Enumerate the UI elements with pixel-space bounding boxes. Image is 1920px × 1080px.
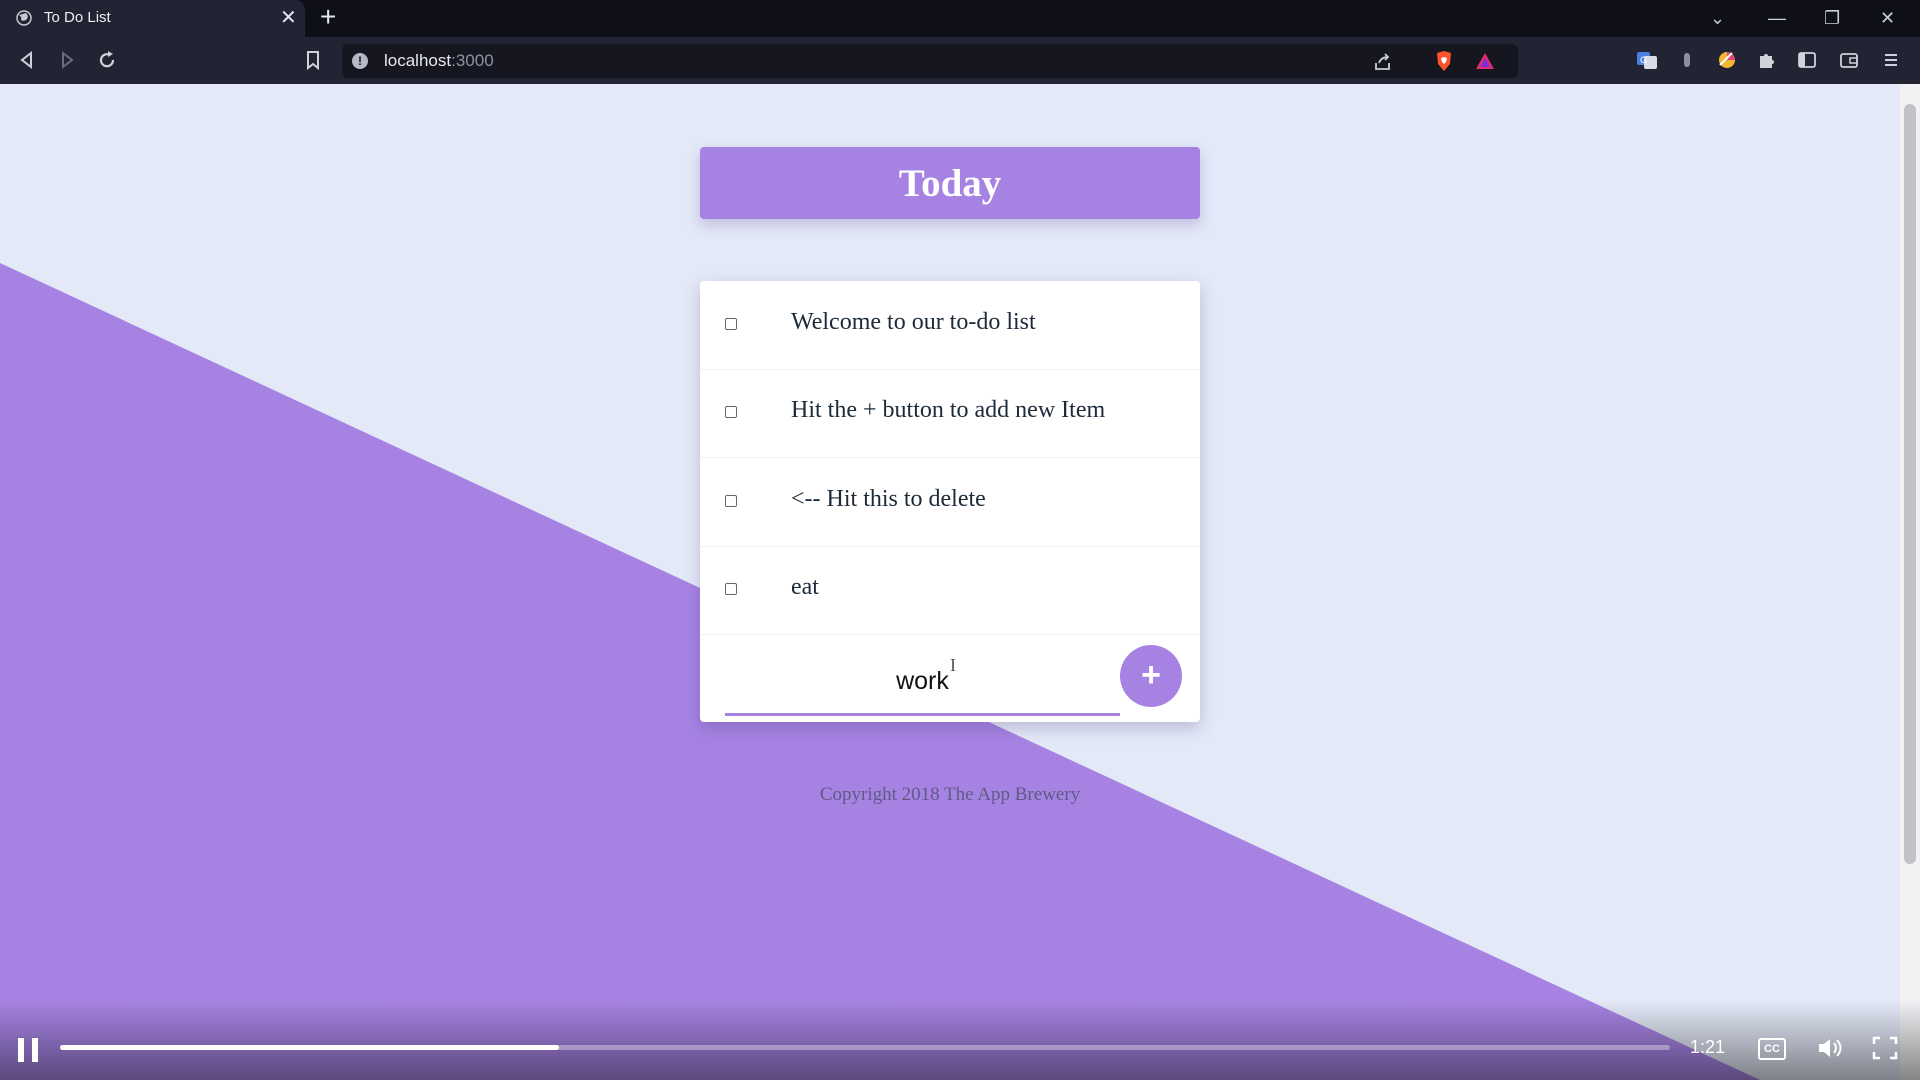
back-icon[interactable] <box>14 47 40 73</box>
video-progress-fill <box>60 1045 560 1050</box>
close-tab-icon[interactable]: ✕ <box>280 6 297 30</box>
volume-icon[interactable] <box>1816 1036 1846 1060</box>
page-scrollbar[interactable] <box>1900 84 1920 1080</box>
tab-list-chevron-icon[interactable]: ⌄ <box>1710 6 1725 30</box>
video-time: 1:21 <box>1690 1037 1726 1057</box>
todo-checkbox[interactable] <box>725 318 737 330</box>
todo-item: eat <box>700 546 1200 635</box>
brave-rewards-icon[interactable] <box>1474 50 1496 72</box>
sidebar-icon[interactable] <box>1796 49 1818 71</box>
footer-copyright: Copyright 2018 The App Brewery <box>819 784 1081 805</box>
closed-captions-icon[interactable]: CC <box>1758 1038 1786 1060</box>
forward-icon[interactable] <box>54 47 80 73</box>
list-header: Today <box>700 147 1200 219</box>
puzzle-icon[interactable] <box>1756 49 1778 71</box>
new-tab-button[interactable]: + <box>320 2 336 32</box>
close-window-icon[interactable]: ✕ <box>1880 6 1895 30</box>
wallet-icon[interactable] <box>1838 49 1860 71</box>
todo-item-text: <-- Hit this to delete <box>791 486 986 512</box>
minimize-icon[interactable]: — <box>1768 6 1786 30</box>
globe-icon <box>16 10 32 26</box>
todo-item-text: Welcome to our to-do list <box>791 309 1036 335</box>
pause-icon[interactable] <box>18 1038 40 1062</box>
colorpick-icon[interactable] <box>1716 49 1738 71</box>
url-text: localhost:3000 <box>384 51 494 71</box>
todo-item-text: eat <box>791 574 819 600</box>
tab-bar: To Do List ✕ + ⌄ — ❐ ✕ <box>0 0 1920 37</box>
input-underline <box>725 713 1120 716</box>
todo-item: Hit the + button to add new Item <box>700 369 1200 458</box>
site-info-icon[interactable]: ! <box>352 53 368 69</box>
svg-text:G: G <box>1640 55 1647 65</box>
brave-shield-icon[interactable] <box>1432 49 1456 73</box>
browser-tab[interactable]: To Do List ✕ <box>0 0 305 37</box>
menu-icon[interactable] <box>1880 49 1902 71</box>
url-host: localhost <box>384 51 452 70</box>
todo-checkbox[interactable] <box>725 495 737 507</box>
bookmark-icon[interactable] <box>300 47 326 73</box>
text-cursor-icon: I <box>950 655 956 675</box>
scrollbar-thumb[interactable] <box>1904 104 1916 864</box>
tab-title: To Do List <box>44 9 111 26</box>
fullscreen-icon[interactable] <box>1872 1036 1898 1060</box>
url-port: :3000 <box>451 51 494 70</box>
todo-item-text: Hit the + button to add new Item <box>791 397 1106 423</box>
todo-checkbox[interactable] <box>725 583 737 595</box>
todo-item: Welcome to our to-do list <box>700 281 1200 370</box>
new-item-form <box>725 641 1120 719</box>
restore-icon[interactable]: ❐ <box>1824 6 1840 30</box>
page-title: Today <box>898 161 1002 205</box>
todo-item: <-- Hit this to delete <box>700 458 1200 547</box>
page-viewport: Today Welcome to our to-do list Hit the … <box>0 84 1900 1080</box>
address-bar[interactable]: ! localhost:3000 <box>342 44 1518 78</box>
translate-icon[interactable]: G <box>1636 49 1658 71</box>
new-item-input[interactable] <box>725 661 1120 701</box>
video-progress-bar[interactable] <box>60 1045 1670 1050</box>
video-controls: 1:21 CC <box>0 1000 1920 1080</box>
add-item-button[interactable]: + <box>1120 645 1182 707</box>
todo-checkbox[interactable] <box>725 406 737 418</box>
reload-icon[interactable] <box>94 47 120 73</box>
browser-toolbar: ! localhost:3000 G <box>0 37 1920 84</box>
extension-icon[interactable] <box>1676 49 1698 71</box>
share-icon[interactable] <box>1372 51 1394 73</box>
